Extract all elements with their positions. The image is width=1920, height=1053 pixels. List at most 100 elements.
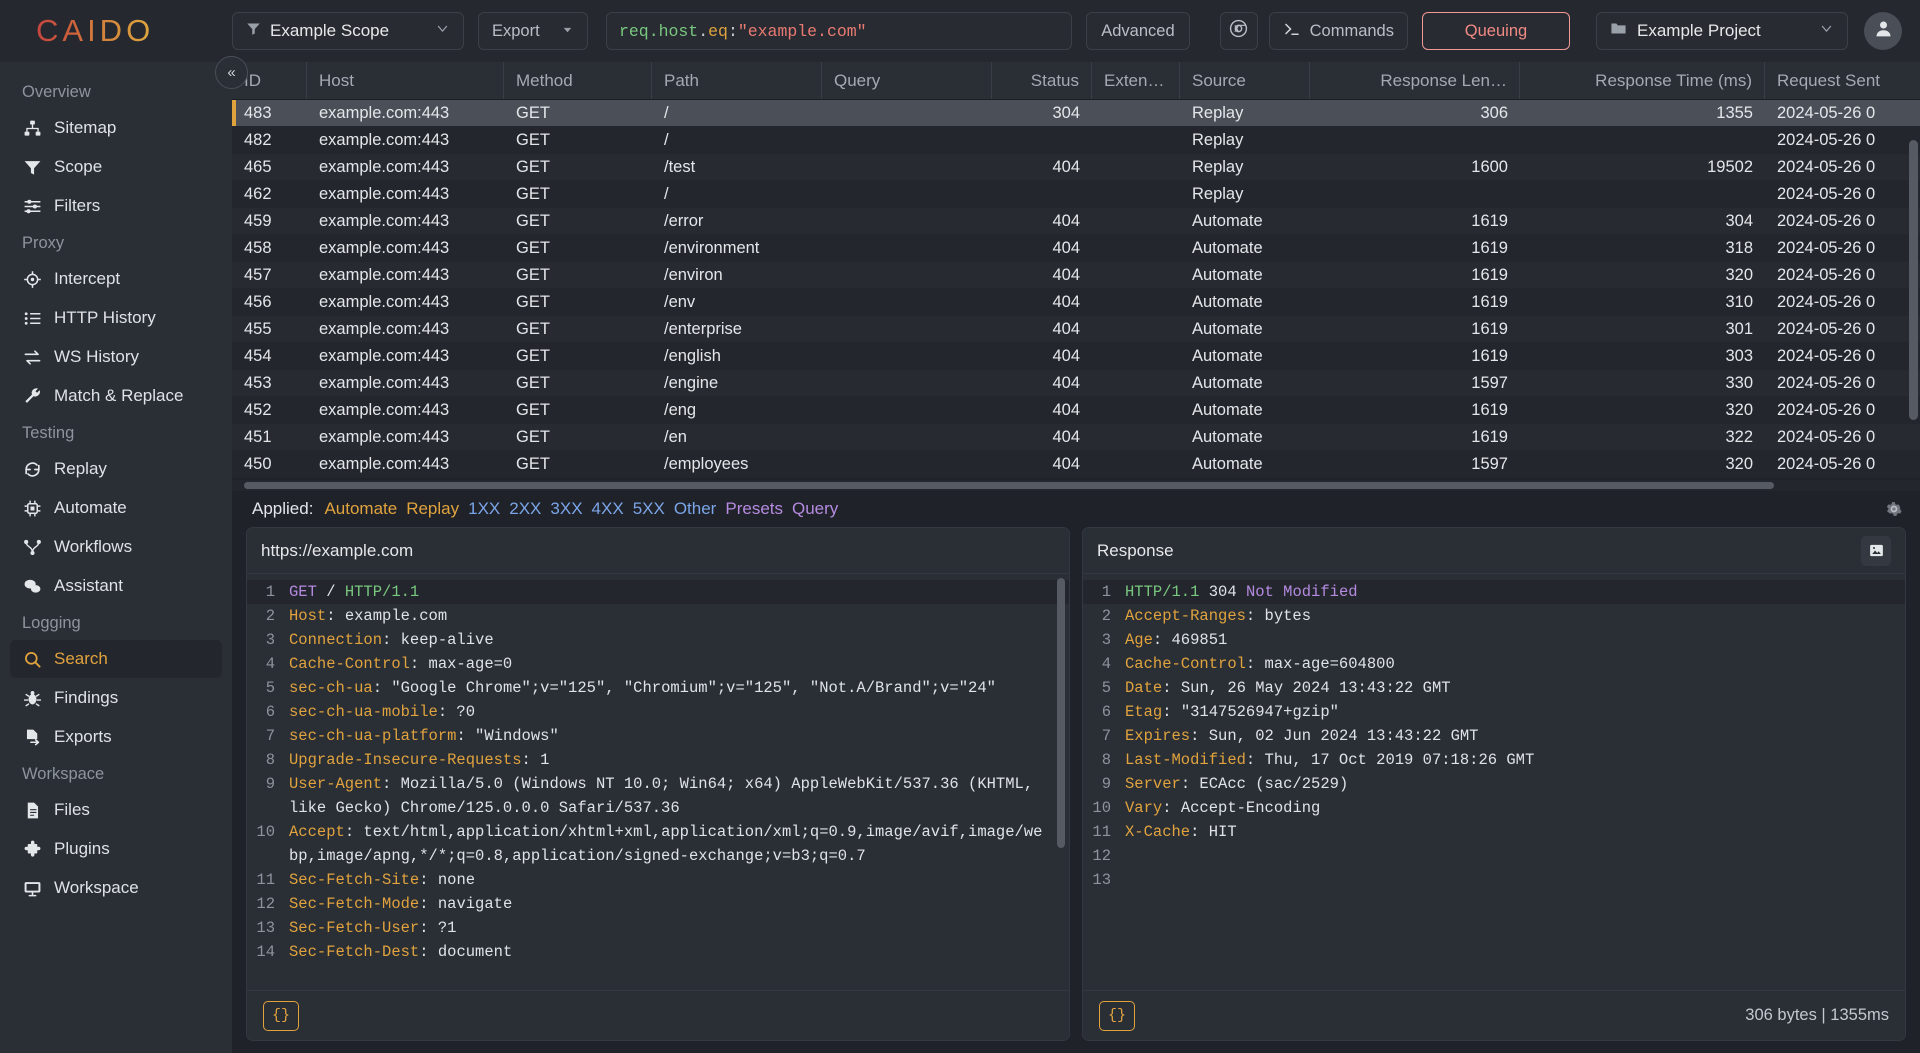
column-header-path[interactable]: Path	[652, 62, 822, 99]
column-header-status[interactable]: Status	[992, 62, 1092, 99]
cell-status: 404	[1052, 238, 1080, 257]
table-horizontal-scroll-thumb[interactable]	[244, 482, 1774, 489]
table-row[interactable]: 465 example.com:443 GET/test 404 Replay 1600 1…	[232, 154, 1920, 181]
response-code-view[interactable]: 1 HTTP/1.1 304 Not Modified 2 Accept-Ranges…	[1083, 574, 1905, 990]
line-text: Sec-Fetch-User: ?1	[289, 916, 1069, 940]
queuing-button[interactable]: Queuing	[1422, 12, 1570, 50]
request-line: 13 Sec-Fetch-User: ?1	[247, 916, 1069, 940]
table-row[interactable]: 455 example.com:443 GET/enterprise 404 Autom…	[232, 316, 1920, 343]
sidebar-item-exports[interactable]: Exports	[10, 718, 222, 756]
filter-chip-other[interactable]: Other	[674, 499, 717, 519]
column-header-query[interactable]: Query	[822, 62, 992, 99]
cell-source: Automate	[1192, 427, 1263, 446]
column-header-resp_time[interactable]: Response Time (ms)	[1520, 62, 1765, 99]
sidebar-item-assistant[interactable]: Assistant	[10, 567, 222, 605]
column-header-resp_len[interactable]: Response Len…	[1310, 62, 1520, 99]
search-query-input[interactable]: req.host. eq: "example.com"	[606, 12, 1073, 50]
line-number: 10	[1092, 799, 1111, 817]
filter-chip-3xx[interactable]: 3XX	[550, 499, 582, 519]
table-row[interactable]: 453 example.com:443 GET/engine 404 Automate 1…	[232, 370, 1920, 397]
sidebar-item-replay[interactable]: Replay	[10, 450, 222, 488]
sidebar-item-workflows[interactable]: Workflows	[10, 528, 222, 566]
chrome-icon-button[interactable]	[1219, 12, 1258, 50]
scope-selector[interactable]: Example Scope	[232, 12, 464, 50]
filter-chip-presets[interactable]: Presets	[725, 499, 783, 519]
request-scrollbar[interactable]	[1057, 578, 1065, 848]
sidebar-item-automate[interactable]: Automate	[10, 489, 222, 527]
response-prettify-button[interactable]: {}	[1099, 1000, 1136, 1031]
filter-funnel-icon	[246, 21, 261, 41]
response-line: 2 Accept-Ranges: bytes	[1083, 604, 1905, 628]
table-row[interactable]: 458 example.com:443 GET/environment 404 Auto…	[232, 235, 1920, 262]
sidebar-item-workspace[interactable]: Workspace	[10, 869, 222, 907]
line-number: 1	[1101, 583, 1111, 601]
user-avatar-button[interactable]	[1864, 12, 1902, 50]
response-status-text: 306 bytes | 1355ms	[1745, 1006, 1889, 1024]
table-row[interactable]: 451 example.com:443 GET/en 404 Automate 1619 3…	[232, 424, 1920, 451]
user-avatar-icon	[1873, 18, 1894, 44]
request-line: 7 sec-ch-ua-platform: "Windows"	[247, 724, 1069, 748]
filter-chip-replay[interactable]: Replay	[406, 499, 459, 519]
folder-icon	[1610, 20, 1627, 42]
column-header-extension[interactable]: Exten…	[1092, 62, 1180, 99]
response-line: 1 HTTP/1.1 304 Not Modified	[1083, 580, 1905, 604]
commands-button-label: Commands	[1309, 21, 1394, 40]
filter-chip-1xx[interactable]: 1XX	[468, 499, 500, 519]
sidebar-item-plugins[interactable]: Plugins	[10, 830, 222, 868]
advanced-button[interactable]: Advanced	[1086, 12, 1190, 50]
sidebar-item-label: Files	[54, 800, 90, 819]
commands-button[interactable]: Commands	[1268, 12, 1408, 50]
line-number: 5	[1101, 679, 1111, 697]
filter-chip-4xx[interactable]: 4XX	[592, 499, 624, 519]
sidebar-item-match-replace[interactable]: Match & Replace	[10, 377, 222, 415]
sidebar-item-sitemap[interactable]: Sitemap	[10, 109, 222, 147]
sidebar-item-filters[interactable]: Filters	[10, 187, 222, 225]
table-row[interactable]: 459 example.com:443 GET/error 404 Automate 16…	[232, 208, 1920, 235]
table-row[interactable]: 483 example.com:443 GET / 304 Replay 306 1355 20…	[232, 100, 1920, 127]
filter-chip-automate[interactable]: Automate	[324, 499, 397, 519]
column-header-req_sent[interactable]: Request Sent	[1765, 62, 1920, 99]
cell-resp_len: 1597	[1471, 454, 1508, 473]
token: Not Modified	[1245, 583, 1358, 601]
sidebar-item-search[interactable]: Search	[10, 640, 222, 678]
table-horizontal-scrollbar[interactable]	[232, 480, 1920, 491]
cell-resp_time: 330	[1725, 373, 1753, 392]
request-prettify-button[interactable]: {}	[263, 1000, 300, 1031]
cell-status: 404	[1052, 319, 1080, 338]
cell-host: example.com:443	[319, 454, 450, 473]
cell-req_sent: 2024-05-26 0	[1777, 346, 1876, 365]
table-vertical-scrollbar[interactable]	[1909, 140, 1918, 420]
sidebar-collapse-button[interactable]: «	[215, 56, 248, 89]
column-header-host[interactable]: Host	[307, 62, 504, 99]
sidebar-item-scope[interactable]: Scope	[10, 148, 222, 186]
filters-settings-button[interactable]	[1884, 499, 1904, 519]
line-text: Upgrade-Insecure-Requests: 1	[289, 748, 1069, 772]
sidebar-item-intercept[interactable]: Intercept	[10, 260, 222, 298]
table-row[interactable]: 462 example.com:443 GET / Replay 2024-05-26 0	[232, 181, 1920, 208]
table-row[interactable]: 450 example.com:443 GET/employees 404 Automa…	[232, 451, 1920, 478]
filter-chip-2xx[interactable]: 2XX	[509, 499, 541, 519]
request-pane-title: https://example.com	[261, 540, 414, 560]
cell-source: Automate	[1192, 400, 1263, 419]
line-number: 4	[1101, 655, 1111, 673]
table-row[interactable]: 457 example.com:443 GET/environ 404 Automate…	[232, 262, 1920, 289]
filter-chip-5xx[interactable]: 5XX	[633, 499, 665, 519]
sidebar-item-http-history[interactable]: HTTP History	[10, 299, 222, 337]
sidebar-item-findings[interactable]: Findings	[10, 679, 222, 717]
filter-chip-query[interactable]: Query	[792, 499, 838, 519]
cell-req_sent: 2024-05-26 0	[1777, 454, 1876, 473]
table-row[interactable]: 452 example.com:443 GET/eng 404 Automate 1619…	[232, 397, 1920, 424]
request-code-view[interactable]: 1 GET / HTTP/1.1 2 Host: example.com 3 Connec…	[247, 574, 1069, 990]
column-header-method[interactable]: Method	[504, 62, 652, 99]
table-row[interactable]: 454 example.com:443 GET/english 404 Automate…	[232, 343, 1920, 370]
column-header-source[interactable]: Source	[1180, 62, 1310, 99]
sidebar-item-ws-history[interactable]: WS History	[10, 338, 222, 376]
project-selector[interactable]: Example Project	[1596, 12, 1848, 50]
sidebar-item-files[interactable]: Files	[10, 791, 222, 829]
cell-method: GET	[516, 454, 550, 473]
table-row[interactable]: 482 example.com:443 GET / Replay 2024-05-26 0	[232, 127, 1920, 154]
cell-path: /	[664, 184, 669, 203]
table-row[interactable]: 456 example.com:443 GET/env 404 Automate 1619…	[232, 289, 1920, 316]
response-render-image-button[interactable]	[1861, 535, 1891, 566]
export-button[interactable]: Export	[478, 12, 588, 50]
